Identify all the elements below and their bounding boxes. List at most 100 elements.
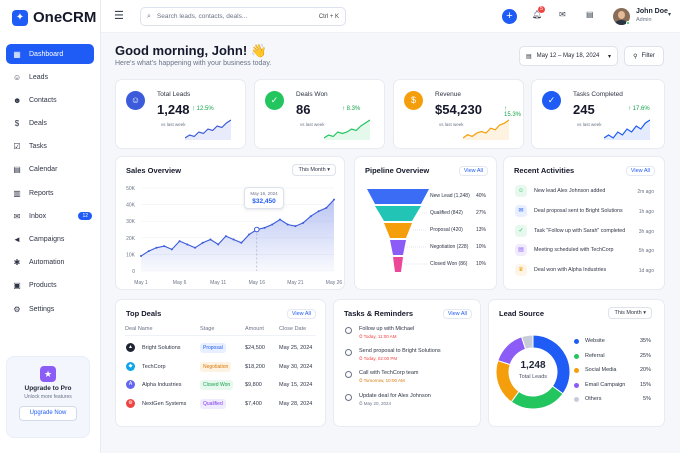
sales-point[interactable]	[271, 223, 274, 226]
x-tick-label: May 11	[210, 280, 226, 286]
activity-text[interactable]: Deal proposal sent to Bright Solutions	[534, 208, 623, 214]
sidebar-item-label: Automation	[29, 259, 65, 267]
sales-point[interactable]	[217, 243, 220, 246]
sales-point[interactable]	[224, 235, 227, 238]
funnel-chart	[367, 189, 430, 272]
task-checkbox[interactable]	[345, 349, 352, 357]
sales-point[interactable]	[325, 206, 328, 209]
sidebar-item-settings[interactable]: ⚙ Settings	[6, 299, 94, 319]
sales-point[interactable]	[333, 198, 335, 201]
gear-icon: ⚙	[13, 304, 21, 314]
funnel-segment[interactable]	[367, 189, 429, 204]
sales-point[interactable]	[163, 245, 166, 248]
sidebar-item-dashboard[interactable]: ▦ Dashboard	[6, 44, 94, 64]
funnel-segment[interactable]	[390, 240, 406, 255]
sales-point[interactable]	[294, 225, 297, 228]
task-text[interactable]: Send proposal to Bright Solutions	[359, 348, 441, 354]
sidebar-item-calendar[interactable]: ▤ Calendar	[6, 160, 94, 180]
sales-point[interactable]	[248, 233, 251, 236]
sidebar-item-contacts[interactable]: ☻ Contacts	[6, 90, 94, 110]
sales-point[interactable]	[201, 241, 204, 244]
funnel-segment[interactable]	[384, 223, 412, 238]
stat-card[interactable]: ✓ Deals Won 86 ↑ 8.3% vs last week	[254, 79, 385, 149]
add-button[interactable]: +	[502, 9, 517, 24]
sales-point[interactable]	[155, 246, 158, 249]
table-header: Amount	[245, 326, 264, 332]
stat-card[interactable]: ✓ Tasks Completed 245 ↑ 17.6% vs last week	[531, 79, 665, 149]
sidebar-item-products[interactable]: ▣ Products	[6, 276, 94, 296]
table-row[interactable]: ▲ Bright Solutions Proposal $24,500 May 25, …	[116, 342, 327, 356]
sales-point[interactable]	[240, 241, 243, 244]
activity-text[interactable]: Task "Follow up with Sarah" completed	[534, 228, 625, 234]
stat-card[interactable]: $ Revenue $54,230 ↑ 15.3% vs last week	[393, 79, 524, 149]
sparkline-area	[185, 120, 231, 140]
grid-icon: ▦	[13, 49, 21, 59]
sidebar-item-automation[interactable]: ✱ Automation	[6, 253, 94, 273]
chevron-down-icon: ▾	[607, 53, 611, 60]
legend-pct: 20%	[639, 367, 651, 373]
highlighted-point	[254, 226, 260, 233]
funnel-segment[interactable]	[375, 206, 421, 221]
task-checkbox[interactable]	[345, 393, 352, 401]
funnel-stage-label: New Lead (1,248)	[430, 193, 470, 199]
sales-point[interactable]	[278, 218, 281, 221]
sales-point[interactable]	[209, 238, 212, 241]
sidebar-item-deals[interactable]: $ Deals	[6, 114, 94, 134]
mail-icon[interactable]: ✉	[559, 10, 566, 19]
sales-point[interactable]	[232, 238, 235, 241]
chevron-down-icon[interactable]: ▾	[668, 11, 671, 18]
sidebar-item-label: Campaigns	[29, 236, 65, 243]
upgrade-button[interactable]: Upgrade Now	[19, 406, 77, 421]
task-checkbox[interactable]	[345, 371, 352, 379]
stat-value: $54,230	[435, 102, 482, 117]
donut-slice[interactable]	[510, 385, 564, 410]
sales-point[interactable]	[170, 248, 173, 251]
sales-point[interactable]	[302, 221, 305, 224]
stat-label: Revenue	[435, 91, 462, 98]
activity-text[interactable]: New lead Alex Johnson added	[534, 188, 605, 194]
task-checkbox[interactable]	[345, 327, 352, 334]
stat-label: Deals Won	[296, 91, 328, 98]
sales-point[interactable]	[286, 223, 289, 226]
activity-text[interactable]: Deal won with Alpha Industries	[534, 267, 606, 273]
sales-point[interactable]	[263, 226, 266, 229]
sales-point[interactable]	[309, 215, 312, 218]
sales-point[interactable]	[317, 210, 320, 213]
upgrade-subtitle: Unlock more features	[24, 394, 72, 400]
funnel-segment[interactable]	[393, 257, 403, 272]
task-text[interactable]: Follow up with Michael	[359, 326, 414, 332]
stat-card[interactable]: ☺ Total Leads 1,248 ↑ 12.5% vs last week	[115, 79, 246, 149]
stat-value: 86	[296, 102, 311, 117]
filter-button[interactable]: ⚲ Filter	[624, 46, 664, 66]
filter-label: Filter	[641, 53, 655, 59]
calendar-icon: ▤	[13, 165, 21, 175]
menu-icon[interactable]: ☰	[114, 9, 124, 22]
sales-point[interactable]	[147, 250, 150, 253]
sidebar-item-badge: 12	[78, 212, 92, 221]
search-input[interactable]: ⌕ Search leads, contacts, deals... Ctrl …	[140, 7, 346, 26]
sidebar-item-campaigns[interactable]: ◄ Campaigns	[6, 230, 94, 250]
calendar-icon[interactable]: ▤	[586, 10, 594, 19]
sales-point[interactable]	[186, 243, 189, 246]
sidebar-item-tasks[interactable]: ☑ Tasks	[6, 137, 94, 157]
user-name[interactable]: John Doe	[636, 8, 668, 15]
activity-text[interactable]: Meeting scheduled with TechCorp	[534, 247, 613, 253]
table-row[interactable]: A Alpha Industries Closed Won $9,800 May 15,…	[116, 379, 327, 393]
sales-point[interactable]	[194, 246, 197, 249]
sidebar-item-leads[interactable]: ☺ Leads	[6, 67, 94, 87]
date-range-picker[interactable]: ▤ May 12 – May 18, 2024 ▾	[519, 46, 618, 66]
legend-swatch	[574, 339, 579, 344]
sidebar-item-inbox[interactable]: ✉ Inbox 12	[6, 206, 94, 226]
stat-value: 1,248	[157, 102, 190, 117]
deals-view-all[interactable]: View All	[286, 309, 316, 319]
app-logo[interactable]: ✦ OneCRM	[12, 9, 96, 26]
sidebar-item-reports[interactable]: ▥ Reports	[6, 183, 94, 203]
table-row[interactable]: ⚙ NextGen Systems Qualified $7,400 May 28, 2…	[116, 398, 327, 412]
table-row[interactable]: ◆ TechCorp Negotiation $18,200 May 30, 2024	[116, 361, 327, 375]
activities-view-all[interactable]: View All	[625, 166, 655, 176]
task-text[interactable]: Update deal for Alex Johnson	[359, 393, 431, 399]
sales-point[interactable]	[140, 255, 142, 258]
task-text[interactable]: Call with TechCorp team	[359, 370, 419, 376]
tasks-view-all[interactable]: View All	[442, 309, 472, 319]
sales-point[interactable]	[178, 240, 181, 243]
